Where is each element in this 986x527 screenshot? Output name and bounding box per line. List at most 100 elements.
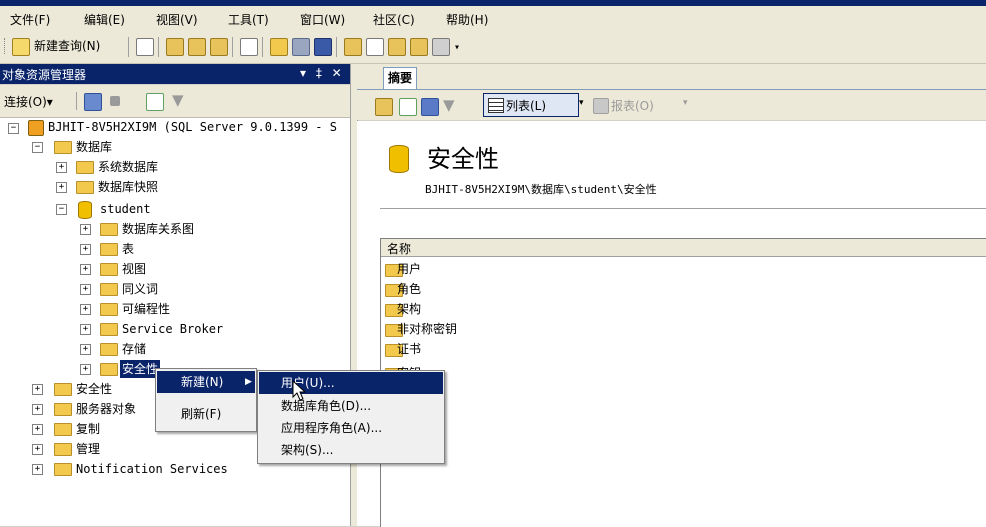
folder-icon <box>54 141 72 154</box>
tree-db-security-selected[interactable]: 安全性 <box>120 360 161 378</box>
tree-programmability[interactable]: 可编程性 <box>122 300 170 318</box>
save-icon[interactable] <box>292 38 310 56</box>
header-divider <box>380 208 986 209</box>
tree-service-broker[interactable]: Service Broker <box>122 320 223 338</box>
toolbar-separator <box>158 37 159 57</box>
tree-replication[interactable]: 复制 <box>76 420 100 438</box>
database-icon <box>78 201 92 219</box>
expand-icon[interactable]: + <box>80 264 91 275</box>
tree-views[interactable]: 视图 <box>122 260 146 278</box>
tree-system-databases[interactable]: 系统数据库 <box>98 158 158 176</box>
mouse-cursor-icon <box>292 380 307 401</box>
filter-icon[interactable]: ▼ <box>443 96 455 114</box>
object-explorer-header: 对象资源管理器 ▾ ‡ ✕ <box>0 64 350 84</box>
tree-storage[interactable]: 存储 <box>122 340 146 358</box>
properties-icon[interactable] <box>432 38 450 56</box>
registered-servers-icon[interactable] <box>344 38 362 56</box>
connect-button[interactable]: 连接(O)▾ <box>4 93 53 110</box>
tree-server-objects[interactable]: 服务器对象 <box>76 400 136 418</box>
save-all-icon[interactable] <box>314 38 332 56</box>
expand-icon[interactable]: + <box>80 344 91 355</box>
sort-icon[interactable] <box>421 98 439 116</box>
menu-item-new-app-role[interactable]: 应用程序角色(A)... <box>259 417 443 439</box>
menu-window[interactable]: 窗口(W) <box>300 11 345 28</box>
menu-file[interactable]: 文件(F) <box>10 11 50 28</box>
folder-icon <box>100 303 118 316</box>
collapse-icon[interactable]: − <box>32 142 43 153</box>
filter-icon[interactable]: ▼ <box>172 91 184 109</box>
expand-icon[interactable]: + <box>80 224 91 235</box>
expand-icon[interactable]: + <box>80 324 91 335</box>
tree-diagrams[interactable]: 数据库关系图 <box>122 220 194 238</box>
column-header-name[interactable]: 名称 <box>387 240 411 257</box>
menu-edit[interactable]: 编辑(E) <box>84 11 125 28</box>
tree-server[interactable]: BJHIT-8V5H2XI9M (SQL Server 9.0.1399 - S <box>48 118 337 136</box>
expand-icon[interactable]: + <box>32 424 43 435</box>
report-button[interactable]: 报表(O) <box>611 97 654 114</box>
toolbar-separator <box>128 37 129 57</box>
report-icon <box>593 98 609 114</box>
folder-icon <box>76 181 94 194</box>
expand-icon[interactable]: + <box>32 464 43 475</box>
expand-icon[interactable]: + <box>80 244 91 255</box>
mdx-query-icon[interactable] <box>166 38 184 56</box>
template-explorer-icon[interactable] <box>388 38 406 56</box>
dmx-query-icon[interactable] <box>188 38 206 56</box>
toolbar-grip[interactable] <box>4 38 7 54</box>
folder-icon <box>76 161 94 174</box>
folder-icon <box>100 343 118 356</box>
submenu-arrow-icon: ▶ <box>245 377 252 387</box>
tab-summary[interactable]: 摘要 <box>383 67 417 89</box>
up-folder-icon[interactable] <box>375 98 393 116</box>
tree-student[interactable]: student <box>100 200 151 218</box>
list-item-label: 角色 <box>397 282 422 296</box>
menu-item-new-schema-label: 架构(S)... <box>281 443 334 457</box>
tree-security[interactable]: 安全性 <box>76 380 112 398</box>
solution-explorer-icon[interactable] <box>410 38 428 56</box>
object-explorer-icon[interactable] <box>366 38 384 56</box>
list-view-button[interactable]: 列表(L) <box>483 93 579 117</box>
menu-item-new-user[interactable]: 用户(U)... <box>259 372 443 394</box>
expand-icon[interactable]: + <box>80 284 91 295</box>
expand-icon[interactable]: + <box>32 444 43 455</box>
menu-item-new-db-role[interactable]: 数据库角色(D)... <box>259 395 443 417</box>
tree-db-snapshots[interactable]: 数据库快照 <box>98 178 158 196</box>
menu-view[interactable]: 视图(V) <box>156 11 198 28</box>
collapse-icon[interactable]: − <box>56 204 67 215</box>
menu-community[interactable]: 社区(C) <box>373 11 415 28</box>
expand-icon[interactable]: + <box>80 304 91 315</box>
tree-databases[interactable]: 数据库 <box>76 138 112 156</box>
expand-icon[interactable]: + <box>80 364 91 375</box>
tree-tables[interactable]: 表 <box>122 240 134 258</box>
tree-notification-services[interactable]: Notification Services <box>76 460 228 478</box>
menu-item-new-schema[interactable]: 架构(S)... <box>259 439 443 461</box>
toolbar-overflow-icon[interactable]: ▾ <box>454 42 460 53</box>
new-query-icon <box>12 38 30 56</box>
chevron-down-icon[interactable]: ▾ <box>683 98 688 108</box>
chevron-down-icon[interactable]: ▾ <box>579 98 584 108</box>
panel-pin-close-icon[interactable]: ▾ ‡ ✕ <box>300 66 345 80</box>
list-view-label: 列表(L) <box>506 99 547 113</box>
expand-icon[interactable]: + <box>32 384 43 395</box>
tree-management[interactable]: 管理 <box>76 440 100 458</box>
expand-icon[interactable]: + <box>56 182 67 193</box>
menu-item-refresh[interactable]: 刷新(F) <box>157 403 255 425</box>
expand-icon[interactable]: + <box>32 404 43 415</box>
tree-synonyms[interactable]: 同义词 <box>122 280 158 298</box>
expand-icon[interactable]: + <box>56 162 67 173</box>
refresh-icon[interactable] <box>146 93 164 111</box>
open-folder-icon[interactable] <box>270 38 288 56</box>
menu-tools[interactable]: 工具(T) <box>228 11 269 28</box>
new-file-icon[interactable] <box>136 38 154 56</box>
object-explorer-tree: − BJHIT-8V5H2XI9M (SQL Server 9.0.1399 -… <box>0 118 350 526</box>
sync-icon[interactable] <box>399 98 417 116</box>
menu-item-new[interactable]: 新建(N) ▶ <box>157 371 255 393</box>
document-tabstrip <box>357 64 986 90</box>
xmla-query-icon[interactable] <box>210 38 228 56</box>
menu-item-refresh-label: 刷新(F) <box>181 407 222 421</box>
new-document-icon[interactable] <box>240 38 258 56</box>
collapse-icon[interactable]: − <box>8 123 19 134</box>
menu-help[interactable]: 帮助(H) <box>446 11 488 28</box>
stop-icon[interactable] <box>110 96 120 106</box>
disconnect-icon[interactable] <box>84 93 102 111</box>
